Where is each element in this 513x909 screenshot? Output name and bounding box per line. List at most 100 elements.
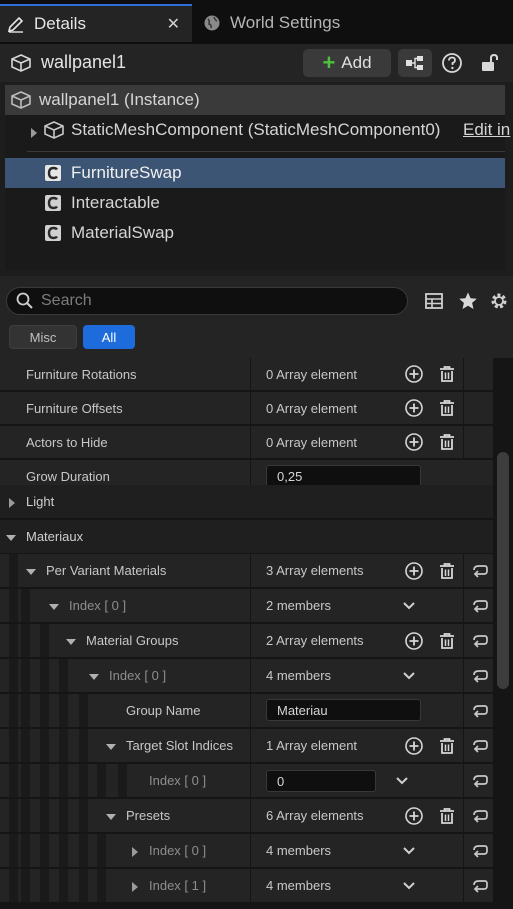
reset-to-default-icon[interactable]	[470, 631, 490, 651]
chevron-down-icon[interactable]	[392, 771, 412, 791]
settings-gear-icon[interactable]	[489, 291, 509, 311]
script-component-icon	[43, 163, 63, 183]
unlock-icon[interactable]	[479, 52, 501, 74]
indent-guide	[9, 589, 18, 622]
component-furnitureswap-row[interactable]: FurnitureSwap	[5, 158, 505, 188]
column-divider	[250, 659, 251, 692]
indent-guide	[79, 694, 88, 727]
reset-to-default-icon[interactable]	[470, 596, 490, 616]
grow-duration-field[interactable]: 0,25	[266, 465, 421, 487]
help-icon[interactable]	[441, 52, 463, 74]
collapsed-arrow-icon[interactable]	[6, 496, 18, 508]
slot-index-field[interactable]: 0	[266, 770, 376, 792]
property-row-slot-index-0: Index [ 0 ] 0	[0, 764, 493, 798]
indent-guide	[21, 659, 30, 692]
column-divider	[463, 624, 464, 657]
expanded-arrow-icon[interactable]	[105, 740, 117, 752]
add-element-icon[interactable]	[404, 631, 424, 651]
search-input[interactable]	[41, 292, 381, 310]
add-element-icon[interactable]	[404, 806, 424, 826]
expanded-arrow-icon[interactable]	[88, 670, 100, 682]
add-element-icon[interactable]	[404, 736, 424, 756]
column-divider	[463, 589, 464, 622]
trash-icon[interactable]	[437, 631, 457, 651]
column-divider	[250, 554, 251, 587]
instance-label: wallpanel1 (Instance)	[39, 90, 200, 109]
reset-to-default-icon[interactable]	[470, 736, 490, 756]
property-row-per-variant-materials: Per Variant Materials 3 Array elements	[0, 554, 493, 588]
expanded-arrow-icon[interactable]	[48, 600, 60, 612]
hierarchy-button[interactable]	[398, 49, 432, 77]
add-element-icon[interactable]	[404, 561, 424, 581]
indent-guide	[59, 659, 68, 692]
indent-guide	[40, 869, 49, 902]
trash-icon[interactable]	[437, 398, 457, 418]
column-divider	[463, 426, 464, 458]
column-divider	[250, 426, 251, 458]
reset-to-default-icon[interactable]	[470, 806, 490, 826]
add-element-icon[interactable]	[404, 364, 424, 384]
reset-to-default-icon[interactable]	[470, 666, 490, 686]
filter-all-button[interactable]: All	[83, 325, 135, 349]
reset-to-default-icon[interactable]	[470, 561, 490, 581]
trash-icon[interactable]	[437, 432, 457, 452]
component-materialswap-row[interactable]: MaterialSwap	[5, 218, 505, 248]
component-interactable-row[interactable]: Interactable	[5, 188, 505, 218]
component-static-mesh-row[interactable]: StaticMeshComponent (StaticMeshComponent…	[5, 115, 510, 145]
category-name: Materiaux	[26, 529, 84, 544]
category-name: Light	[26, 494, 55, 509]
property-name: Furniture Rotations	[26, 366, 137, 382]
component-label: Interactable	[71, 193, 160, 212]
expanded-arrow-icon[interactable]	[5, 531, 17, 543]
category-materiaux[interactable]: Materiaux	[0, 520, 493, 554]
close-icon[interactable]: ✕	[167, 14, 180, 34]
chevron-down-icon[interactable]	[399, 666, 419, 686]
category-light[interactable]: Light	[0, 485, 493, 519]
expand-arrow-icon[interactable]	[29, 124, 39, 138]
expanded-arrow-icon[interactable]	[25, 565, 37, 577]
chevron-down-icon[interactable]	[399, 841, 419, 861]
property-row-preset-index-1: Index [ 1 ] 4 members	[0, 869, 493, 903]
actor-cube-icon	[10, 90, 32, 110]
search-box[interactable]	[6, 287, 408, 315]
chevron-down-icon[interactable]	[399, 876, 419, 896]
expanded-arrow-icon[interactable]	[65, 635, 77, 647]
reset-to-default-icon[interactable]	[470, 841, 490, 861]
indent-guide	[79, 729, 88, 762]
indent-guide	[21, 589, 30, 622]
static-mesh-label: StaticMeshComponent (StaticMeshComponent…	[71, 120, 441, 139]
star-icon[interactable]	[458, 291, 478, 311]
trash-icon[interactable]	[437, 806, 457, 826]
indent-guide	[40, 764, 49, 797]
reset-to-default-icon[interactable]	[470, 876, 490, 896]
add-component-button[interactable]: + Add	[303, 49, 391, 77]
chevron-down-icon[interactable]	[399, 596, 419, 616]
indent-guide	[59, 834, 68, 867]
add-element-icon[interactable]	[404, 432, 424, 452]
filter-misc-button[interactable]: Misc	[9, 325, 77, 349]
edit-in-link[interactable]: Edit in	[463, 120, 510, 140]
column-divider	[250, 764, 251, 797]
table-view-icon[interactable]	[424, 291, 444, 311]
column-divider	[463, 764, 464, 797]
collapsed-arrow-icon[interactable]	[129, 880, 141, 892]
reset-to-default-icon[interactable]	[470, 701, 490, 721]
expanded-arrow-icon[interactable]	[105, 810, 117, 822]
trash-icon[interactable]	[437, 561, 457, 581]
indent-guide	[40, 834, 49, 867]
slot-index-value: 0	[277, 773, 285, 789]
indent-guide	[21, 834, 30, 867]
add-element-icon[interactable]	[404, 398, 424, 418]
tab-world-settings[interactable]: World Settings	[196, 4, 366, 42]
reset-to-default-icon[interactable]	[470, 771, 490, 791]
tab-details[interactable]: Details ✕	[0, 4, 192, 42]
trash-icon[interactable]	[437, 364, 457, 384]
scrollbar-thumb[interactable]	[497, 452, 509, 689]
trash-icon[interactable]	[437, 736, 457, 756]
indent-guide	[79, 834, 88, 867]
indent-guide	[59, 694, 68, 727]
column-divider	[250, 358, 251, 390]
collapsed-arrow-icon[interactable]	[129, 845, 141, 857]
group-name-field[interactable]: Materiau	[266, 699, 421, 721]
component-instance-row[interactable]: wallpanel1 (Instance)	[5, 85, 505, 115]
